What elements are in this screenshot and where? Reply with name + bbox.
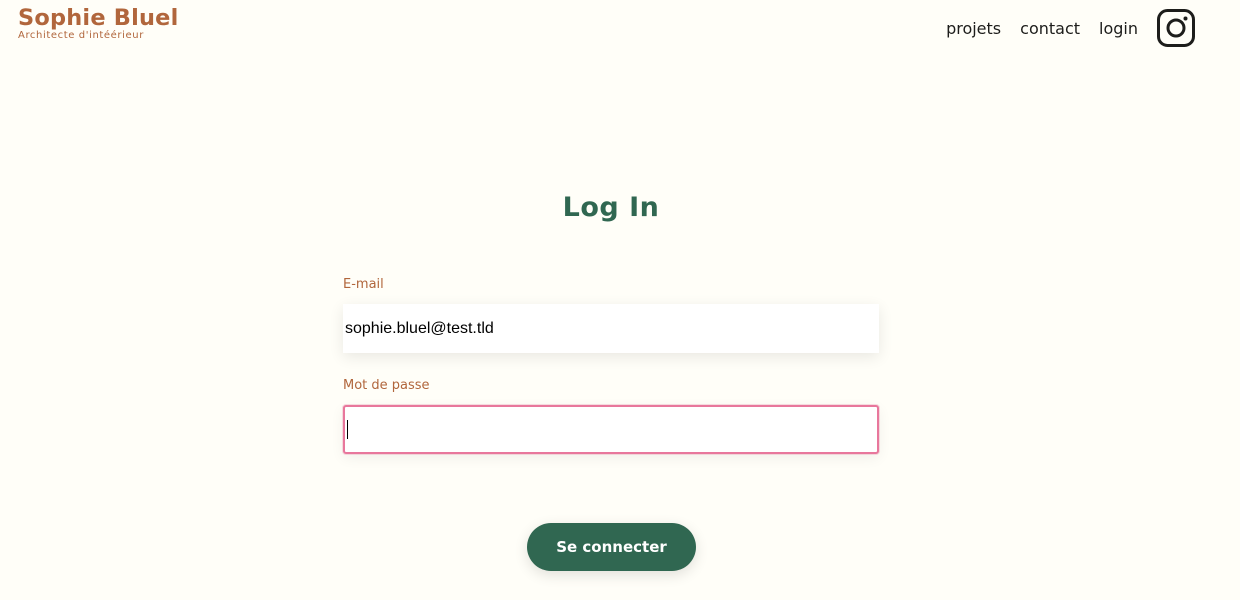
nav-link-contact[interactable]: contact bbox=[1020, 17, 1080, 41]
instagram-icon[interactable] bbox=[1157, 9, 1195, 47]
login-button[interactable]: Se connecter bbox=[527, 523, 696, 571]
email-label: E-mail bbox=[343, 277, 384, 292]
main-nav: projets contact login bbox=[946, 17, 1138, 41]
page-title: Log In bbox=[562, 192, 660, 223]
email-value: sophie.bluel@test.tld bbox=[345, 319, 494, 337]
brand-name: Sophie Bluel bbox=[18, 6, 179, 31]
password-field[interactable] bbox=[343, 405, 879, 454]
nav-link-login[interactable]: login bbox=[1099, 17, 1138, 41]
nav-link-projects[interactable]: projets bbox=[946, 17, 1001, 41]
password-label: Mot de passe bbox=[343, 378, 430, 393]
email-field[interactable]: sophie.bluel@test.tld bbox=[343, 304, 879, 353]
text-cursor bbox=[347, 420, 348, 439]
brand-logo[interactable]: Sophie Bluel Architecte d'intéérieur bbox=[18, 6, 179, 42]
